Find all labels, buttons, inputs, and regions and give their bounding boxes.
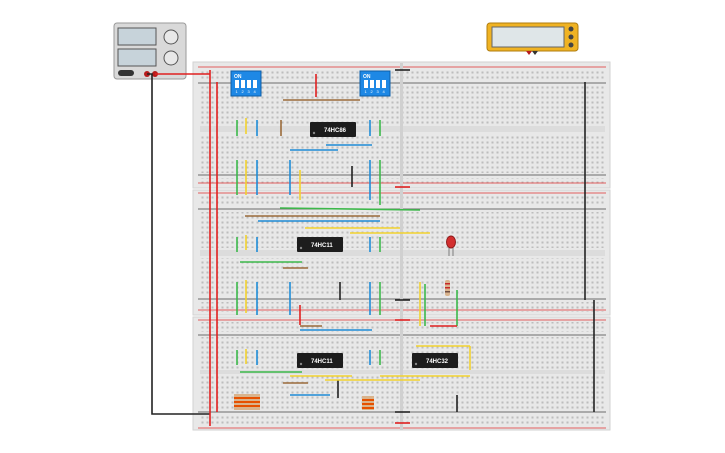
multimeter-icon[interactable] [486,22,579,55]
resistor-icon[interactable] [445,280,450,296]
chip-label: 74HC11 [311,359,333,365]
chip-74hc32[interactable]: 74HC32 [412,353,458,368]
resistor-bank-2[interactable] [362,396,374,410]
chip-74hc86[interactable]: 74HC86 [310,122,356,137]
circuit-canvas[interactable]: ON 1 2 3 4 ON 1 2 3 4 74HC86 74HC11 74HC… [0,0,725,453]
dip-switch-1[interactable]: ON 1 2 3 4 [230,70,262,97]
dip-switch-on-label: ON [363,74,371,80]
chip-label: 74HC32 [426,359,449,365]
breadboard-area [192,61,611,431]
dip-switch-on-label: ON [234,74,242,80]
chip-label: 74HC11 [311,243,333,249]
dip-switch-2[interactable]: ON 1 2 3 4 [359,70,391,97]
voltage-knob-icon[interactable] [163,29,179,45]
power-supply-icon[interactable] [113,22,187,80]
chip-74hc11-2[interactable]: 74HC11 [297,353,343,368]
chip-label: 74HC86 [324,128,347,134]
resistor-bank-1[interactable] [234,394,260,410]
chip-74hc11-1[interactable]: 74HC11 [297,237,343,252]
current-knob-icon[interactable] [163,50,179,66]
